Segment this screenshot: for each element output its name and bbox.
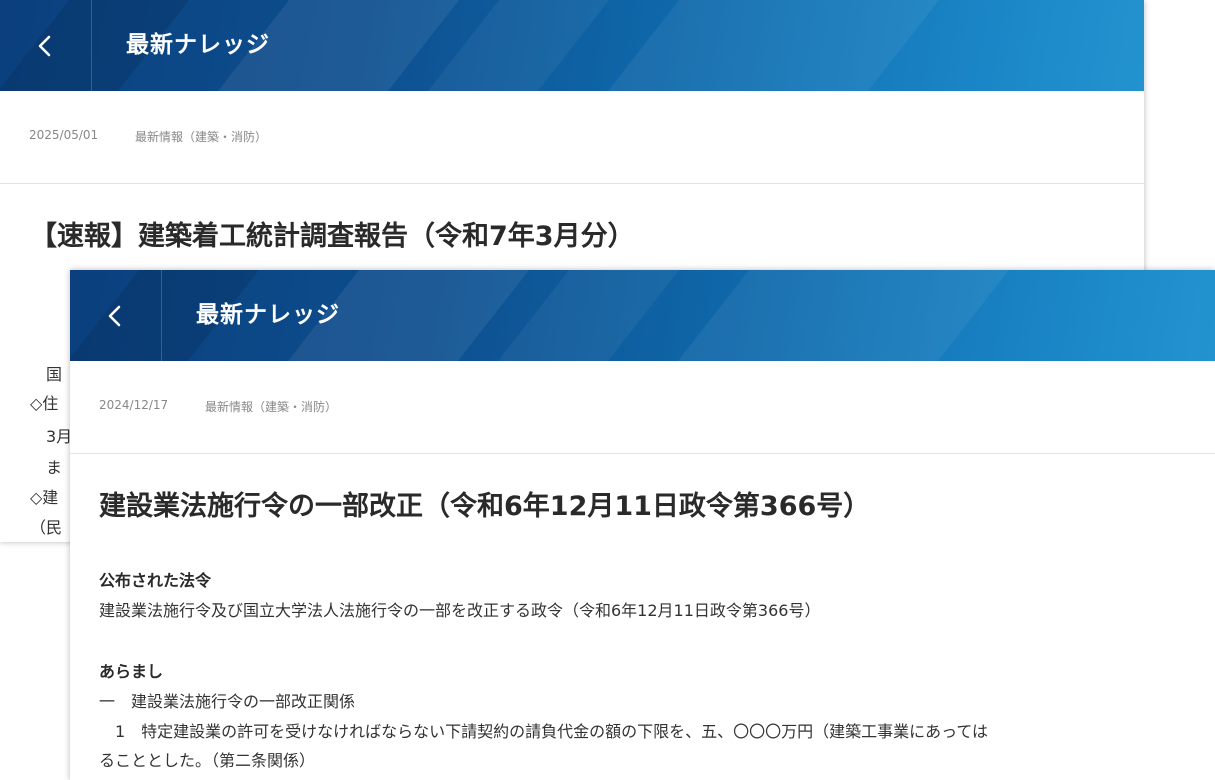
section-text: 建設業法施行令及び国立大学法人法施行令の一部を改正する政令（令和6年12月11日… — [99, 601, 821, 620]
article-category[interactable]: 最新情報（建築・消防） — [205, 398, 337, 415]
header-title: 最新ナレッジ — [196, 302, 340, 328]
section-heading: 公布された法令 — [99, 571, 212, 590]
app-header: 最新ナレッジ — [0, 0, 1144, 91]
article-date: 2024/12/17 — [99, 398, 169, 412]
back-button[interactable] — [70, 270, 162, 361]
section-text: ることとした。（第二条関係） — [99, 751, 316, 770]
article-card-front: 最新ナレッジ 2024/12/17 最新情報（建築・消防） 建設業法施行令の一部… — [70, 270, 1215, 780]
article-title: 【速報】建築着工統計調査報告（令和7年3月分） — [30, 221, 635, 252]
body-fragment: ま — [30, 458, 63, 477]
body-fragment: 国 — [30, 365, 63, 384]
body-fragment: （民 — [30, 518, 63, 537]
body-fragment: ◇住 — [30, 394, 59, 413]
app-header: 最新ナレッジ — [70, 270, 1215, 361]
article-category[interactable]: 最新情報（建築・消防） — [135, 128, 267, 145]
article-title: 建設業法施行令の一部改正（令和6年12月11日政令第366号） — [99, 491, 871, 522]
body-fragment: 3月 — [30, 427, 73, 446]
section-text: 1 特定建設業の許可を受けなければならない下請契約の請負代金の額の下限を、五、〇… — [99, 722, 989, 741]
article-date: 2025/05/01 — [29, 128, 99, 142]
section-text: 一 建設業法施行令の一部改正関係 — [99, 692, 356, 711]
body-fragment: ◇建 — [30, 488, 59, 507]
article-meta: 2024/12/17 最新情報（建築・消防） — [70, 361, 1215, 454]
header-title: 最新ナレッジ — [126, 32, 270, 58]
back-button[interactable] — [0, 0, 92, 91]
article-meta: 2025/05/01 最新情報（建築・消防） — [0, 91, 1144, 184]
section-heading: あらまし — [99, 662, 164, 681]
chevron-left-icon — [38, 35, 50, 56]
chevron-left-icon — [108, 305, 120, 326]
